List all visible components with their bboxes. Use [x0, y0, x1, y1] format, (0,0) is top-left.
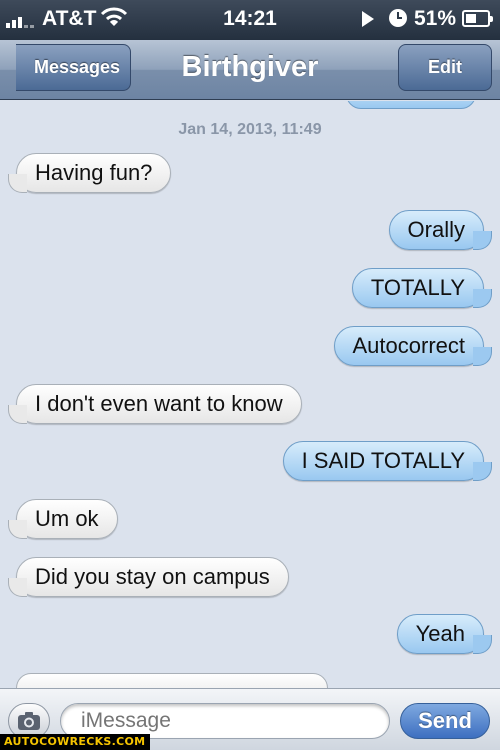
message-bubble-outgoing[interactable]: Orally	[388, 210, 493, 250]
send-button[interactable]: Send	[400, 703, 490, 739]
play-icon	[362, 11, 374, 27]
partial-incoming-bubble	[16, 673, 328, 688]
message-timestamp: Jan 14, 2013, 11:49	[178, 121, 322, 138]
watermark-logo: AUTOCOWRECKS.COM	[0, 734, 150, 750]
message-bubble-outgoing[interactable]: Autocorrect	[333, 326, 492, 366]
nav-bar: Messages Birthgiver Edit	[0, 40, 500, 100]
message-text: TOTALLY	[370, 275, 465, 300]
message-text: Autocorrect	[352, 333, 466, 358]
message-bubble-outgoing[interactable]: Yeah	[396, 614, 493, 654]
message-thread[interactable]: Jan 14, 2013, 11:49 Having fun? Orally T…	[0, 101, 500, 688]
edit-button[interactable]: Edit	[398, 44, 492, 91]
back-button-label: Messages	[33, 57, 121, 77]
message-bubble-incoming[interactable]: I don't even want to know	[8, 384, 302, 424]
message-text: Having fun?	[35, 160, 153, 185]
camera-icon	[18, 712, 40, 730]
message-bubble-incoming[interactable]: Did you stay on campus	[8, 557, 289, 597]
message-bubble-outgoing[interactable]: I SAID TOTALLY	[282, 441, 493, 481]
message-bubble-outgoing[interactable]: TOTALLY	[351, 268, 493, 308]
clock-icon	[389, 9, 407, 27]
message-bubble-incoming[interactable]: Having fun?	[7, 153, 172, 193]
message-text: Orally	[407, 217, 465, 242]
message-bubble-incoming[interactable]: Um ok	[8, 499, 118, 539]
status-bar: AT&T 14:21 51%	[0, 0, 500, 40]
partial-outgoing-bubble	[346, 101, 476, 109]
message-text: Did you stay on campus	[35, 564, 270, 589]
message-text: Yeah	[415, 621, 465, 646]
message-text: I SAID TOTALLY	[301, 448, 465, 473]
message-text: Um ok	[35, 506, 99, 531]
edit-button-label: Edit	[428, 57, 462, 77]
battery-percent: 51%	[414, 7, 457, 30]
battery-icon	[462, 10, 493, 27]
message-text: I don't even want to know	[35, 391, 283, 416]
